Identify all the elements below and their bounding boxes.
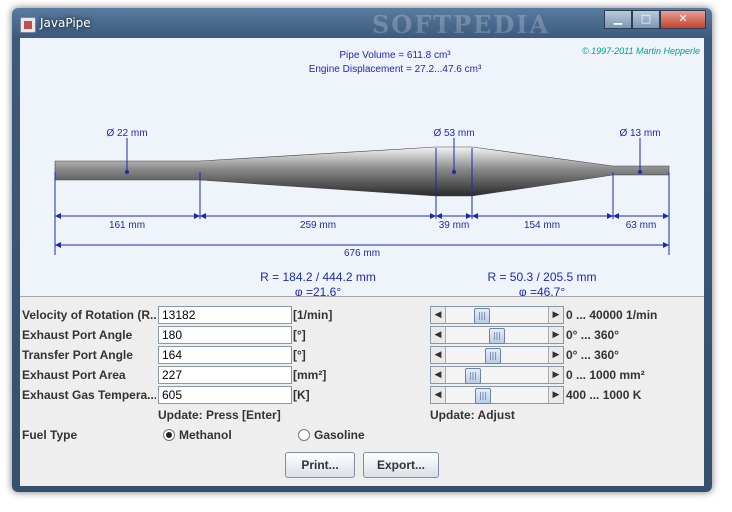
diameter-label-3: Ø 13 mm (619, 128, 660, 139)
app-window: JavaPipe SOFTPEDIA ▁ □ ✕ Pipe Volume = 6… (12, 8, 712, 492)
transfer-port-angle-unit: [°] (293, 348, 306, 362)
exhaust-port-area-unit: [mm²] (293, 368, 327, 382)
slider-thumb[interactable]: ||| (485, 348, 501, 364)
slider-thumb[interactable]: ||| (475, 388, 491, 404)
update-press-hint: Update: Press [Enter] (158, 408, 281, 422)
fuel-methanol-radio[interactable] (163, 429, 175, 441)
segment-length-1: 161 mm (109, 220, 145, 231)
exhaust-port-angle-slider[interactable]: ◀ ||| ▶ (430, 326, 564, 344)
scroll-right-arrow-icon[interactable]: ▶ (548, 367, 563, 383)
diameter-label-2: Ø 53 mm (433, 128, 474, 139)
scroll-right-arrow-icon[interactable]: ▶ (548, 307, 563, 323)
exhaust-port-angle-range: 0° ... 360° (566, 328, 619, 342)
velocity-unit: [1/min] (293, 308, 333, 322)
transfer-port-angle-label: Transfer Port Angle (22, 348, 133, 362)
softpedia-watermark: SOFTPEDIA (372, 10, 551, 39)
total-length: 676 mm (344, 248, 380, 259)
title-bar[interactable]: JavaPipe SOFTPEDIA ▁ □ ✕ (12, 8, 712, 39)
exhaust-port-area-range: 0 ... 1000 mm² (566, 368, 645, 382)
scroll-right-arrow-icon[interactable]: ▶ (548, 387, 563, 403)
scroll-left-arrow-icon[interactable]: ◀ (431, 387, 446, 403)
exhaust-gas-temperature-label: Exhaust Gas Tempera... (22, 388, 156, 402)
minimize-icon: ▁ (613, 12, 623, 25)
pipe-volume-text: Pipe Volume = 611.8 cm³ (339, 50, 451, 61)
segment-length-2: 259 mm (300, 220, 336, 231)
parameter-form: Velocity of Rotation (R... 13182 [1/min]… (20, 296, 704, 487)
exhaust-port-area-slider[interactable]: ◀ ||| ▶ (430, 366, 564, 384)
java-app-icon[interactable] (20, 17, 36, 33)
scroll-left-arrow-icon[interactable]: ◀ (431, 327, 446, 343)
transfer-port-angle-slider[interactable]: ◀ ||| ▶ (430, 346, 564, 364)
client-area: Pipe Volume = 611.8 cm³ Engine Displacem… (20, 38, 704, 486)
velocity-range: 0 ... 40000 1/min (566, 308, 658, 322)
cone1-angle: φ =21.6° (295, 285, 341, 296)
segment-length-5: 63 mm (626, 220, 657, 231)
export-button[interactable]: Export... (363, 452, 439, 478)
pipe-shape (54, 146, 670, 197)
scroll-left-arrow-icon[interactable]: ◀ (431, 307, 446, 323)
exhaust-port-angle-label: Exhaust Port Angle (22, 328, 133, 342)
maximize-button[interactable]: □ (632, 10, 660, 29)
pipe-diagram: Pipe Volume = 611.8 cm³ Engine Displacem… (20, 38, 704, 296)
window-title: JavaPipe (40, 16, 91, 30)
segment-length-4: 154 mm (524, 220, 560, 231)
update-adjust-hint: Update: Adjust (430, 408, 515, 422)
exhaust-gas-temperature-unit: [K] (293, 388, 310, 402)
fuel-methanol-label[interactable]: Methanol (179, 428, 232, 442)
segment-length-3: 39 mm (439, 220, 470, 231)
transfer-port-angle-input[interactable]: 164 (158, 346, 292, 364)
minimize-button[interactable]: ▁ (604, 10, 632, 29)
diameter-label-1: Ø 22 mm (106, 128, 147, 139)
velocity-slider[interactable]: ◀ ||| ▶ (430, 306, 564, 324)
slider-thumb[interactable]: ||| (489, 328, 505, 344)
exhaust-gas-temperature-input[interactable]: 605 (158, 386, 292, 404)
exhaust-port-angle-input[interactable]: 180 (158, 326, 292, 344)
transfer-port-angle-range: 0° ... 360° (566, 348, 619, 362)
exhaust-gas-temperature-slider[interactable]: ◀ ||| ▶ (430, 386, 564, 404)
scroll-right-arrow-icon[interactable]: ▶ (548, 347, 563, 363)
close-button[interactable]: ✕ (660, 10, 706, 29)
copyright-text: © 1997-2011 Martin Hepperle (582, 46, 700, 56)
maximize-icon: □ (640, 12, 652, 25)
slider-thumb[interactable]: ||| (465, 368, 481, 384)
scroll-left-arrow-icon[interactable]: ◀ (431, 367, 446, 383)
exhaust-port-area-label: Exhaust Port Area (22, 368, 126, 382)
cone2-angle: φ =46.7° (519, 285, 565, 296)
slider-thumb[interactable]: ||| (474, 308, 490, 324)
close-icon: ✕ (678, 12, 688, 25)
exhaust-port-angle-unit: [°] (293, 328, 306, 342)
cone2-radius: R = 50.3 / 205.5 mm (487, 270, 596, 284)
cone1-radius: R = 184.2 / 444.2 mm (260, 270, 376, 284)
fuel-gasoline-radio[interactable] (298, 429, 310, 441)
fuel-type-label: Fuel Type (22, 428, 78, 442)
scroll-right-arrow-icon[interactable]: ▶ (548, 327, 563, 343)
print-button[interactable]: Print... (285, 452, 355, 478)
velocity-label: Velocity of Rotation (R... (22, 308, 156, 322)
exhaust-port-area-input[interactable]: 227 (158, 366, 292, 384)
scroll-left-arrow-icon[interactable]: ◀ (431, 347, 446, 363)
velocity-input[interactable]: 13182 (158, 306, 292, 324)
fuel-gasoline-label[interactable]: Gasoline (314, 428, 365, 442)
engine-displacement-text: Engine Displacement = 27.2...47.6 cm³ (309, 64, 482, 75)
exhaust-gas-temperature-range: 400 ... 1000 K (566, 388, 642, 402)
